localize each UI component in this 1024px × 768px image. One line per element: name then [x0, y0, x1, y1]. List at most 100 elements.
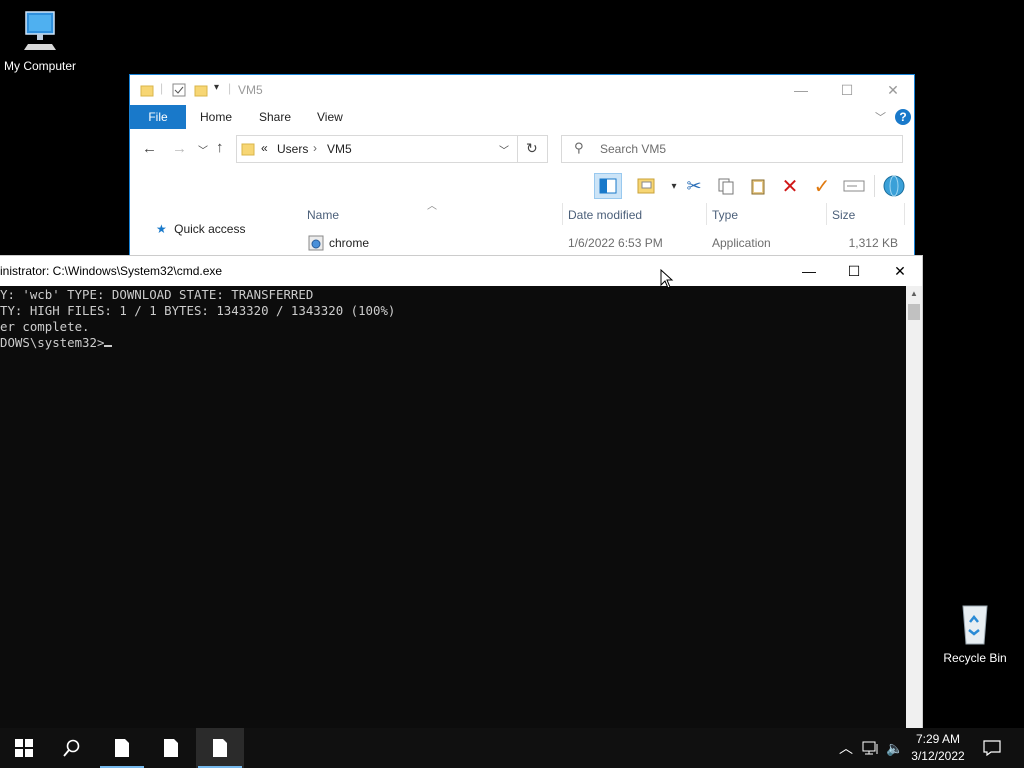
show-hidden-icons-chevron-icon[interactable]: ︿	[836, 728, 856, 768]
preview-pane-icon[interactable]	[594, 173, 622, 199]
file-row[interactable]: chrome 1/6/2022 6:53 PM Application 1,31…	[306, 231, 914, 255]
document-icon	[115, 739, 129, 757]
desktop-icon-recycle-bin[interactable]: Recycle Bin	[935, 602, 1015, 665]
clock[interactable]: 7:29 AM 3/12/2022	[906, 731, 970, 765]
taskbar-app-3[interactable]	[196, 728, 244, 768]
paste-icon[interactable]	[744, 173, 772, 199]
help-icon[interactable]: ?	[894, 108, 912, 126]
address-row: ← → ﹀ ↑ « Users › VM5 ﹀ ↻ ⚲ Search VM5	[130, 133, 914, 165]
recent-locations-chevron-icon[interactable]: ﹀	[198, 142, 208, 157]
search-placeholder: Search VM5	[600, 142, 667, 156]
star-icon: ★	[156, 222, 167, 236]
sort-ascending-icon: ︿	[427, 201, 437, 212]
address-overflow[interactable]: «	[261, 141, 268, 155]
column-header-type[interactable]: Type	[712, 208, 738, 222]
minimize-button[interactable]: —	[778, 75, 824, 105]
folder-icon	[140, 85, 154, 97]
tab-home[interactable]: Home	[200, 105, 232, 129]
folder-icon	[241, 143, 255, 156]
search-icon: ⚲	[574, 140, 584, 155]
desktop-icon-my-computer[interactable]: My Computer	[0, 10, 80, 73]
column-header-size[interactable]: Size	[832, 208, 855, 222]
up-arrow-icon[interactable]: ↑	[216, 139, 224, 156]
console-prompt: DOWS\system32>	[0, 335, 105, 350]
file-date: 1/6/2022 6:53 PM	[568, 236, 663, 250]
computer-icon	[24, 11, 56, 50]
minimize-button[interactable]: —	[786, 256, 832, 286]
tab-file[interactable]: File	[130, 105, 186, 129]
layout-icon[interactable]	[632, 173, 660, 199]
column-header-date[interactable]: Date modified	[568, 208, 642, 222]
scroll-thumb[interactable]	[908, 304, 920, 320]
copy-icon[interactable]	[712, 173, 740, 199]
taskbar-app-2[interactable]	[147, 728, 195, 768]
recycle-bin-icon	[962, 605, 988, 645]
forward-arrow-icon[interactable]: →	[172, 140, 187, 157]
clock-time: 7:29 AM	[915, 732, 961, 746]
properties-check-icon[interactable]: ✓	[808, 173, 836, 199]
column-divider[interactable]	[706, 203, 707, 225]
console-output[interactable]: Y: 'wcb' TYPE: DOWNLOAD STATE: TRANSFERR…	[0, 286, 906, 729]
command-prompt-window: inistrator: C:\Windows\System32\cmd.exe …	[0, 255, 923, 729]
globe-icon[interactable]	[880, 173, 908, 199]
mouse-pointer-icon	[660, 269, 674, 289]
custom-toolbar: ▾ ✂ ✕ ✓	[590, 171, 914, 201]
taskbar-app-1[interactable]	[98, 728, 146, 768]
desktop-icon-label: Recycle Bin	[943, 651, 1007, 665]
console-prompt-line: DOWS\system32>	[0, 335, 906, 351]
explorer-titlebar[interactable]: | ▾ | VM5 — ☐ ✕	[130, 75, 914, 105]
rename-icon[interactable]	[840, 173, 868, 199]
ribbon-tabs: File Home Share View ﹀ ?	[130, 105, 914, 129]
cmd-titlebar[interactable]: inistrator: C:\Windows\System32\cmd.exe …	[0, 256, 922, 286]
vertical-scrollbar[interactable]: ▲	[906, 286, 922, 729]
ribbon-expand-icon[interactable]: ﹀	[875, 109, 886, 125]
start-button[interactable]	[0, 728, 48, 768]
console-line: Y: 'wcb' TYPE: DOWNLOAD STATE: TRANSFERR…	[0, 287, 314, 302]
application-icon	[308, 235, 324, 251]
separator: |	[228, 81, 232, 95]
volume-icon[interactable]: 🔈	[884, 728, 906, 768]
delete-icon[interactable]: ✕	[776, 173, 804, 199]
back-arrow-icon[interactable]: ←	[142, 140, 157, 157]
nav-quick-access[interactable]: ★ Quick access	[156, 222, 245, 236]
refresh-icon[interactable]: ↻	[526, 140, 538, 157]
window-title: VM5	[238, 83, 263, 97]
cut-icon[interactable]: ✂	[680, 173, 708, 199]
close-button[interactable]: ✕	[870, 75, 914, 105]
svg-text:?: ?	[899, 110, 906, 124]
search-button[interactable]	[48, 728, 96, 768]
taskbar: ︿ 🔈 7:29 AM 3/12/2022	[0, 728, 1024, 768]
quick-access-toolbar-dropdown-icon[interactable]: ▾	[214, 82, 219, 93]
column-header-name[interactable]: Name	[307, 208, 339, 222]
search-input[interactable]: ⚲ Search VM5	[561, 135, 903, 163]
console-line: TY: HIGH FILES: 1 / 1 BYTES: 1343320 / 1…	[0, 303, 396, 318]
close-button[interactable]: ✕	[877, 256, 923, 286]
separator: |	[160, 81, 164, 95]
file-name: chrome	[329, 236, 370, 250]
column-divider[interactable]	[562, 203, 563, 225]
breadcrumb-users[interactable]: Users	[277, 142, 308, 156]
desktop-icon-label: My Computer	[3, 59, 77, 73]
divider	[874, 175, 875, 197]
address-bar[interactable]: « Users › VM5 ﹀ ↻	[236, 135, 548, 163]
window-title: inistrator: C:\Windows\System32\cmd.exe	[0, 264, 223, 278]
notifications-icon[interactable]	[978, 728, 1006, 768]
address-dropdown-icon[interactable]: ﹀	[499, 142, 509, 157]
scroll-up-arrow-icon[interactable]: ▲	[906, 286, 922, 302]
network-icon[interactable]	[860, 728, 882, 768]
maximize-button[interactable]: ☐	[824, 75, 870, 105]
breadcrumb-vm5[interactable]: VM5	[327, 142, 352, 156]
tab-share[interactable]: Share	[259, 105, 291, 129]
file-type: Application	[712, 236, 771, 250]
new-folder-icon[interactable]	[194, 83, 208, 97]
column-divider[interactable]	[826, 203, 827, 225]
document-icon	[213, 739, 227, 757]
tab-view[interactable]: View	[317, 105, 343, 129]
nav-quick-access-label: Quick access	[174, 222, 246, 236]
column-divider[interactable]	[904, 203, 905, 225]
properties-icon[interactable]	[172, 83, 186, 97]
maximize-button[interactable]: ☐	[831, 256, 877, 286]
divider	[517, 136, 518, 162]
breadcrumb-chevron-icon[interactable]: ›	[313, 141, 317, 155]
text-cursor	[104, 345, 113, 347]
